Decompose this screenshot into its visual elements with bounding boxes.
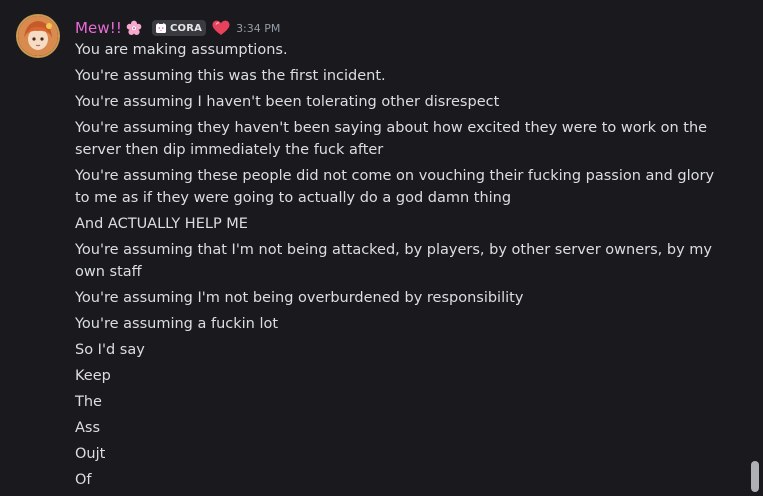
avatar-image xyxy=(18,16,58,56)
username[interactable]: Mew!! xyxy=(75,19,122,37)
message-line: You're assuming I'm not being overburden… xyxy=(75,290,524,306)
message-timestamp: 3:34 PM xyxy=(236,21,281,35)
chat-message: Mew!! CORA 3:34 PM You are making assump… xyxy=(0,0,763,496)
message-line: Oujt xyxy=(75,446,106,462)
message-line: The xyxy=(75,394,102,410)
message-header: Mew!! CORA 3:34 PM xyxy=(75,17,280,39)
cat-icon xyxy=(155,22,167,34)
sparkling-heart-icon xyxy=(212,20,230,36)
message-line: You are making assumptions. xyxy=(75,42,288,58)
message-line: And ACTUALLY HELP ME xyxy=(75,216,248,232)
cherry-blossom-icon xyxy=(126,20,142,36)
message-line: You're assuming a fuckin lot xyxy=(75,316,279,332)
message-line: Of xyxy=(75,472,92,488)
server-tag-badge[interactable]: CORA xyxy=(151,20,207,36)
message-line: You're assuming that I'm not being attac… xyxy=(75,242,712,280)
user-avatar[interactable] xyxy=(18,16,58,56)
message-line: You're assuming they haven't been saying… xyxy=(75,120,708,158)
message-content: You are making assumptions. You're assum… xyxy=(75,39,725,495)
message-line: So I'd say xyxy=(75,342,145,358)
message-line: You're assuming these people did not com… xyxy=(75,168,715,206)
message-line: Keep xyxy=(75,368,111,384)
message-line: Ass xyxy=(75,420,101,436)
message-line: You're assuming I haven't been toleratin… xyxy=(75,94,500,110)
server-tag-label: CORA xyxy=(169,22,203,34)
message-line: You're assuming this was the first incid… xyxy=(75,68,386,84)
scrollbar-thumb[interactable] xyxy=(751,461,759,492)
